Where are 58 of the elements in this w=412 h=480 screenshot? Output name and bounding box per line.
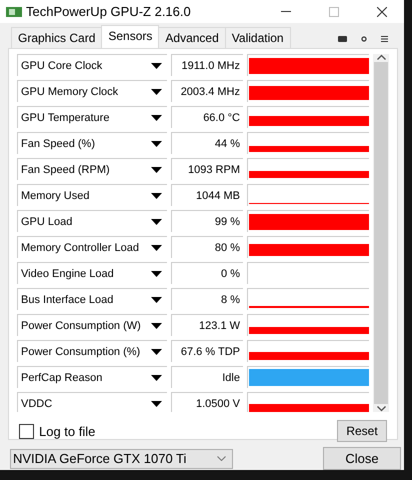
menu-icon[interactable] [381, 36, 388, 42]
gear-icon[interactable] [361, 36, 367, 42]
scroll-up-icon[interactable] [376, 54, 386, 60]
dropdown-arrow-icon [151, 88, 162, 94]
sensor-reading: 1911.0 MHz [171, 54, 243, 76]
sensor-reading: 8 % [171, 288, 243, 310]
sensor-selector[interactable]: Fan Speed (%) [17, 132, 167, 154]
tab[interactable]: Validation [224, 27, 291, 48]
sensor-reading: 99 % [171, 210, 243, 232]
scrollbar-thumb[interactable] [374, 62, 388, 404]
reset-button[interactable]: Reset [337, 420, 387, 442]
sensor-reading: 1.0500 V [171, 392, 243, 412]
sensor-selector[interactable]: Bus Interface Load [17, 288, 167, 310]
sensor-reading: 66.0 °C [171, 106, 243, 128]
dropdown-arrow-icon [151, 296, 162, 302]
dropdown-arrow-icon [151, 140, 162, 146]
sensor-reading: 80 % [171, 236, 243, 258]
dropdown-arrow-icon [151, 114, 162, 120]
sensor-reading: 67.6 % TDP [171, 340, 243, 362]
sensor-selector[interactable]: Power Consumption (W) [17, 314, 167, 336]
sensor-selector[interactable]: Power Consumption (%) [17, 340, 167, 362]
dropdown-arrow-icon [151, 192, 162, 198]
tab[interactable]: Sensors [101, 25, 160, 48]
dropdown-arrow-icon [151, 322, 162, 328]
dropdown-arrow-icon [151, 218, 162, 224]
sensor-selector[interactable]: GPU Load [17, 210, 167, 232]
sensor-selector[interactable]: Memory Used [17, 184, 167, 206]
scroll-down-icon[interactable] [376, 406, 386, 412]
sensor-reading: 1044 MB [171, 184, 243, 206]
sensor-reading: 0 % [171, 262, 243, 284]
sensor-selector[interactable]: GPU Memory Clock [17, 80, 167, 102]
app-icon [6, 6, 22, 18]
dropdown-arrow-icon [151, 374, 162, 380]
sensor-reading: 1093 RPM [171, 158, 243, 180]
checkbox[interactable] [19, 424, 34, 438]
dropdown-arrow-icon [151, 62, 162, 68]
dropdown-arrow-icon [151, 348, 162, 354]
sensor-selector[interactable]: Fan Speed (RPM) [17, 158, 167, 180]
sensor-selector[interactable]: GPU Core Clock [17, 54, 167, 76]
sensor-reading: 123.1 W [171, 314, 243, 336]
close-icon[interactable] [377, 6, 387, 16]
dropdown-arrow-icon [151, 270, 162, 276]
tab[interactable]: Graphics Card [11, 27, 102, 48]
sensor-reading: Idle [171, 366, 243, 388]
device-dropdown[interactable]: NVIDIA GeForce GTX 1070 Ti [10, 448, 233, 468]
sensor-selector[interactable]: Memory Controller Load [17, 236, 167, 258]
sensor-selector[interactable]: GPU Temperature [17, 106, 167, 128]
window-title: TechPowerUp GPU-Z 2.16.0 [26, 4, 192, 19]
sensor-reading: 2003.4 MHz [171, 80, 243, 102]
sensor-selector[interactable]: VDDC [17, 392, 167, 412]
checkbox-label: Log to file [39, 424, 96, 438]
sensor-selector[interactable]: PerfCap Reason [17, 366, 167, 388]
dropdown-arrow-icon [151, 244, 162, 250]
dropdown-arrow-icon [151, 166, 162, 172]
sensor-selector[interactable]: Video Engine Load [17, 262, 167, 284]
close-button[interactable]: Close [323, 447, 401, 470]
dropdown-arrow-icon [151, 400, 162, 406]
sensor-reading: 44 % [171, 132, 243, 154]
